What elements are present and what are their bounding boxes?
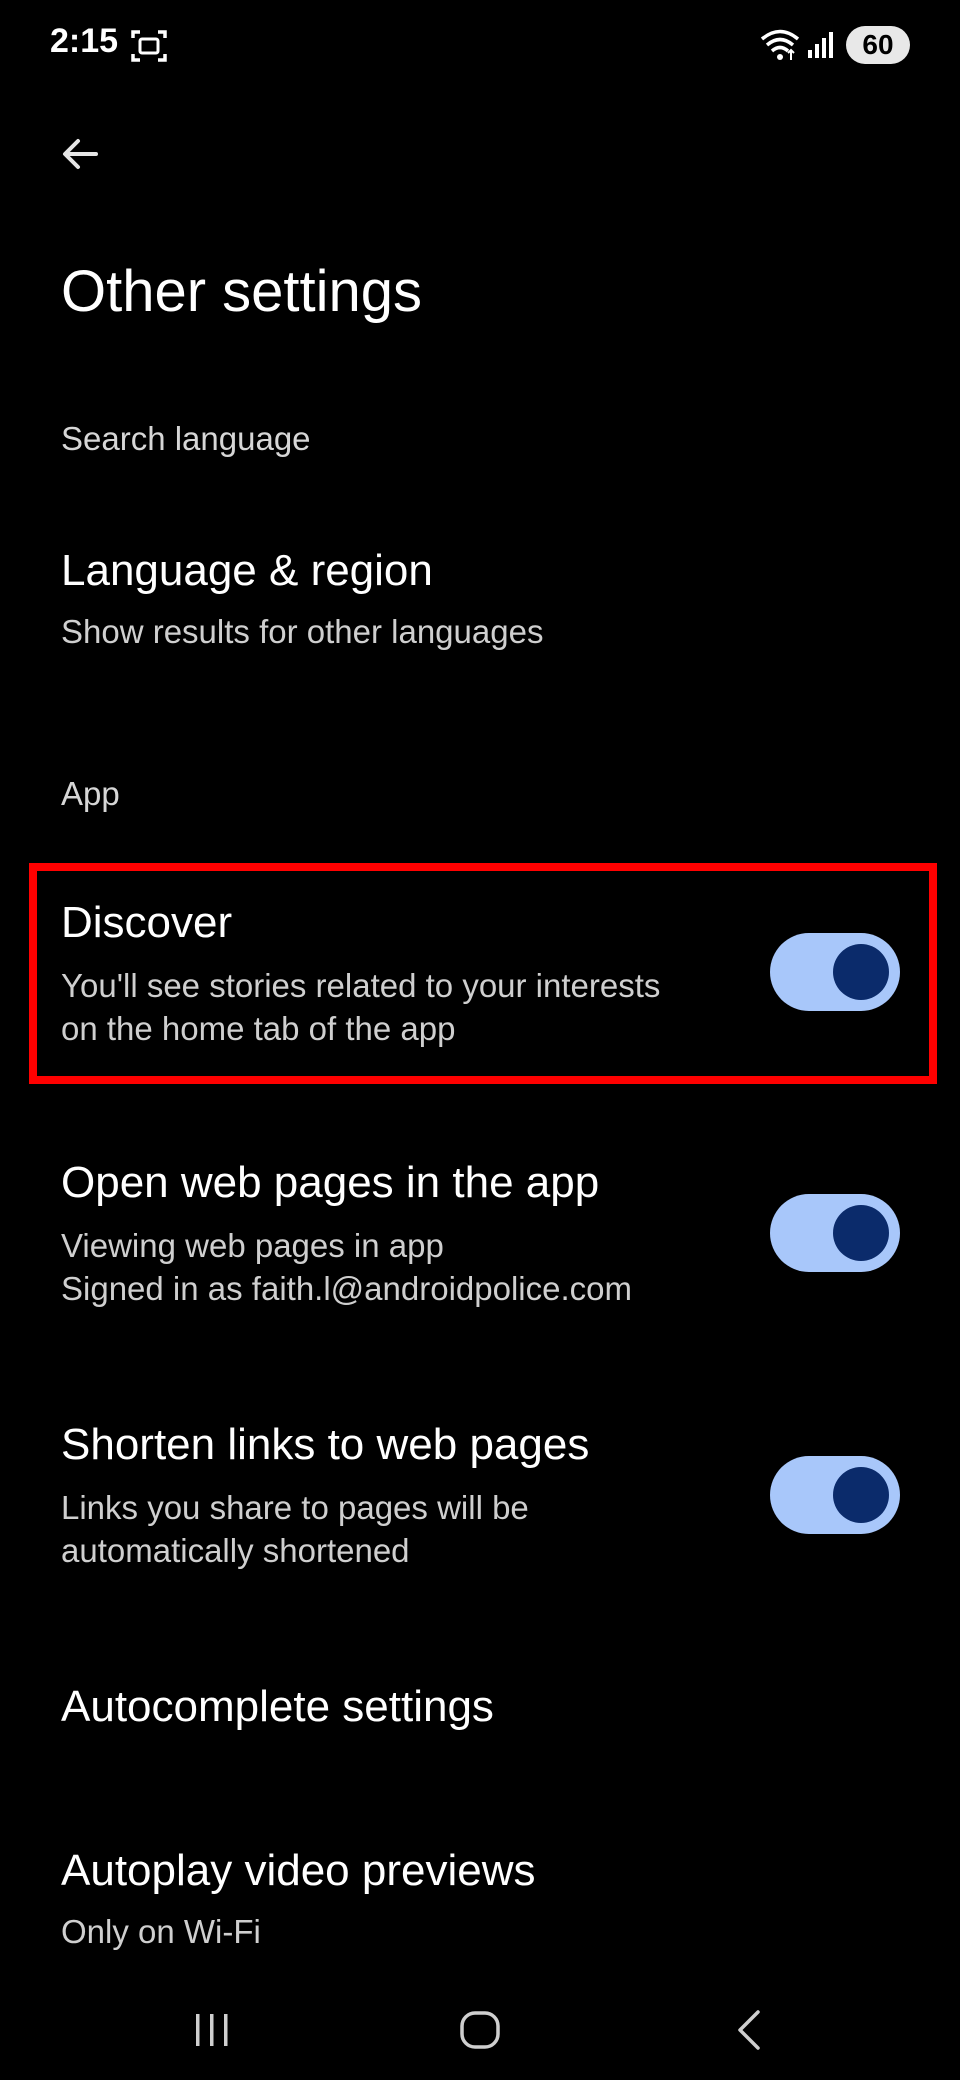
navigation-bar [0,1980,960,2080]
setting-summary-line: automatically shortened [61,1532,410,1569]
setting-title: Discover [61,898,233,947]
back-button[interactable] [44,118,116,190]
setting-summary-line: Show results for other languages [61,613,544,650]
signal-icon [806,30,836,60]
section-header-search-language: Search language [61,420,311,457]
recent-apps-icon [196,2014,228,2046]
setting-summary-line: Links you share to pages will be [61,1489,529,1526]
setting-title: Open web pages in the app [61,1158,600,1207]
setting-open-web-pages[interactable]: Open web pages in the app Viewing web pa… [0,1140,960,1340]
setting-title: Autocomplete settings [61,1682,494,1731]
home-icon [460,2011,500,2049]
battery-indicator: 60 [846,26,910,64]
status-bar: 2:15 60 [0,0,960,90]
setting-summary-line: on the home tab of the app [61,1010,456,1047]
shorten-links-toggle[interactable] [770,1456,900,1534]
setting-discover[interactable]: Discover You'll see stories related to y… [0,880,960,1070]
toggle-thumb [833,1205,889,1261]
setting-title: Language & region [61,546,433,595]
back-nav-icon [738,2010,760,2050]
setting-summary-line: Only on Wi-Fi [61,1913,261,1950]
back-nav-button[interactable] [710,2000,790,2060]
setting-summary: You'll see stories related to your inter… [61,964,741,1050]
setting-autoplay[interactable]: Autoplay video previews Only on Wi-Fi [0,1828,960,1968]
setting-summary-line: Signed in as faith.l@androidpolice.com [61,1270,632,1307]
section-header-app: App [61,775,120,812]
setting-summary-line: Viewing web pages in app [61,1227,444,1264]
setting-title: Shorten links to web pages [61,1420,590,1469]
toggle-thumb [833,1467,889,1523]
setting-summary: Show results for other languages [61,610,741,653]
setting-language-region[interactable]: Language & region Show results for other… [0,530,960,660]
setting-shorten-links[interactable]: Shorten links to web pages Links you sha… [0,1402,960,1602]
setting-summary: Links you share to pages will be automat… [61,1486,741,1572]
home-button[interactable] [440,2000,520,2060]
arrow-back-icon [63,139,98,169]
setting-summary: Viewing web pages in app Signed in as fa… [61,1224,741,1310]
setting-title: Autoplay video previews [61,1846,536,1895]
discover-toggle[interactable] [770,933,900,1011]
screenshot-icon [130,28,168,64]
setting-summary: Only on Wi-Fi [61,1910,741,1953]
setting-autocomplete[interactable]: Autocomplete settings [0,1662,960,1762]
toggle-thumb [833,944,889,1000]
status-time: 2:15 [50,22,119,60]
setting-summary-line: You'll see stories related to your inter… [61,967,661,1004]
wifi-icon [760,28,800,62]
status-icons: 60 [760,24,910,66]
page-title: Other settings [61,259,423,324]
open-web-pages-toggle[interactable] [770,1194,900,1272]
recent-apps-button[interactable] [172,2000,252,2060]
